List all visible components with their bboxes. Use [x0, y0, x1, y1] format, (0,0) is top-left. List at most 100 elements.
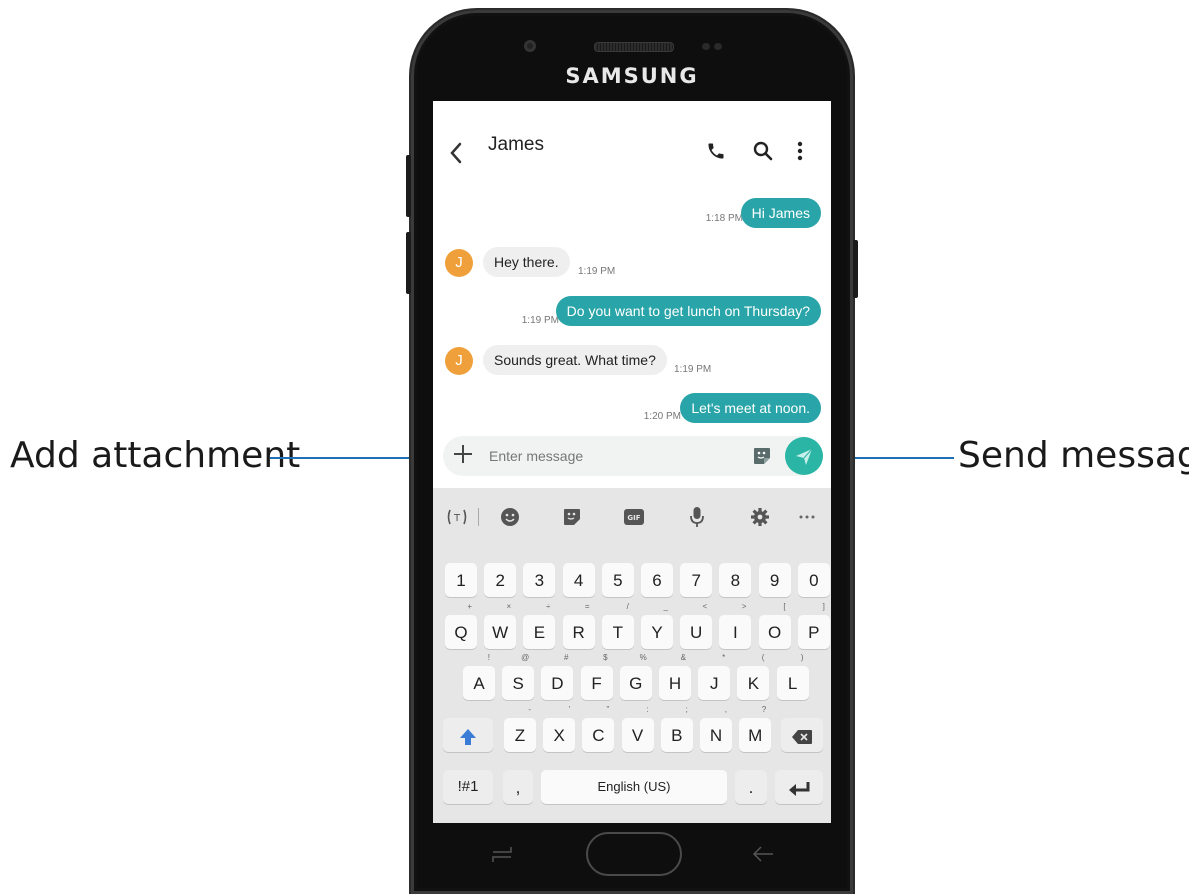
back-nav-icon[interactable] — [751, 844, 775, 869]
key-hint: [ — [783, 602, 786, 611]
home-button[interactable] — [586, 832, 682, 876]
key-v[interactable]: V: — [621, 705, 654, 752]
key-u[interactable]: U < — [680, 602, 713, 649]
settings-icon[interactable] — [749, 506, 771, 528]
key-0[interactable]: 0 — [797, 563, 830, 597]
key-s[interactable]: S @ — [502, 653, 535, 700]
key-o[interactable]: O[ — [758, 602, 791, 649]
key-label: 1 — [456, 571, 466, 590]
navigation-bar — [411, 830, 853, 894]
key-d[interactable]: D # — [541, 653, 574, 700]
message-bubble-outgoing[interactable]: Hi James — [740, 198, 821, 228]
key-hint: * — [722, 653, 726, 662]
key-2[interactable]: 2 — [484, 563, 517, 597]
key-label: M — [748, 726, 763, 745]
key-label: T — [612, 623, 623, 642]
key-hint: ? — [761, 705, 767, 714]
message-time: 1:20 PM — [643, 411, 681, 422]
key-y[interactable]: Y _ — [641, 602, 673, 649]
key-hint: < — [702, 602, 708, 611]
key-j[interactable]: J * — [698, 653, 731, 700]
sticker-icon[interactable] — [752, 446, 772, 471]
key-label: L — [787, 674, 798, 693]
key-1[interactable]: 1 — [445, 563, 477, 597]
key-i[interactable]: I > — [719, 602, 752, 649]
contact-avatar[interactable]: J — [445, 249, 473, 277]
key-label: S — [512, 674, 524, 693]
key-label: 4 — [573, 571, 584, 590]
backspace-key[interactable] — [781, 718, 823, 752]
key-q[interactable]: Q + — [445, 602, 477, 649]
front-camera — [524, 40, 536, 52]
translate-icon[interactable]: T — [445, 506, 469, 528]
callout-send-message: Send message — [958, 435, 1189, 476]
gif-icon[interactable]: GIF — [622, 506, 646, 528]
proximity-sensor — [702, 43, 710, 50]
key-hint: + — [467, 602, 472, 611]
key-b[interactable]: B; — [660, 705, 693, 752]
key-p[interactable]: P] — [797, 602, 830, 649]
mic-icon[interactable] — [688, 506, 706, 528]
plus-icon[interactable] — [453, 442, 473, 468]
key-r[interactable]: R = — [562, 602, 595, 649]
key-t[interactable]: T / — [601, 602, 634, 649]
key-7[interactable]: 7 — [680, 563, 713, 597]
key-label: A — [473, 674, 485, 693]
key-e[interactable]: E ÷ — [523, 602, 556, 649]
enter-key[interactable] — [775, 770, 823, 804]
key-label: 2 — [495, 571, 505, 590]
period-key[interactable]: . — [735, 770, 767, 804]
key-a[interactable]: A! — [463, 653, 495, 700]
key-label: E — [533, 623, 546, 642]
contact-avatar[interactable]: J — [445, 347, 473, 375]
light-sensor — [714, 43, 722, 50]
message-time: 1:19 PM — [578, 266, 616, 277]
key-m[interactable]: M? — [739, 705, 772, 752]
key-3[interactable]: 3 — [523, 563, 556, 597]
key-z[interactable]: Z- — [504, 705, 536, 752]
message-input[interactable] — [489, 446, 729, 466]
space-key[interactable]: English (US) — [541, 770, 727, 804]
send-button[interactable] — [785, 437, 823, 475]
key-label: J — [709, 674, 719, 693]
bixby-button — [406, 232, 411, 294]
search-icon[interactable] — [753, 141, 773, 166]
message-bubble-incoming[interactable]: Hey there. — [483, 247, 570, 277]
sticker-icon[interactable] — [561, 506, 583, 528]
key-9[interactable]: 9 — [758, 563, 791, 597]
key-k[interactable]: K( — [737, 653, 770, 700]
key-w[interactable]: W × — [484, 602, 517, 649]
key-hint: ; — [685, 705, 688, 714]
message-bubble-outgoing[interactable]: Let's meet at noon. — [680, 393, 821, 423]
emoji-icon[interactable] — [499, 506, 521, 528]
key-6[interactable]: 6 — [641, 563, 673, 597]
key-hint: ! — [487, 653, 490, 662]
back-arrow-icon[interactable] — [449, 141, 463, 169]
key-hint: : — [646, 705, 649, 714]
comma-key[interactable]: , — [503, 770, 533, 804]
key-c[interactable]: C " — [582, 705, 615, 752]
key-4[interactable]: 4 — [562, 563, 595, 597]
symbols-key[interactable]: !#1 — [443, 770, 493, 804]
key-x[interactable]: X ' — [543, 705, 576, 752]
key-hint: ' — [568, 705, 571, 714]
power-button — [853, 240, 858, 298]
key-5[interactable]: 5 — [601, 563, 634, 597]
key-label: H — [668, 674, 682, 693]
phone-icon[interactable] — [706, 141, 726, 166]
key-l[interactable]: L) — [776, 653, 809, 700]
message-time: 1:19 PM — [521, 315, 559, 326]
phone-device: SAMSUNG James 1:18 PM Hi James J Hey the… — [406, 10, 858, 894]
keyboard: T GIF 1 2 3 4 5 6 7 8 9 0 Q + W × E ÷ R = T / Y _ U < I > O[P] A! S @… — [433, 488, 831, 823]
more-options-icon[interactable] — [797, 141, 803, 166]
more-icon[interactable] — [797, 506, 817, 528]
message-bubble-incoming[interactable]: Sounds great. What time? — [483, 345, 667, 375]
shift-key[interactable] — [443, 718, 493, 752]
message-bubble-outgoing[interactable]: Do you want to get lunch on Thursday? — [555, 296, 821, 326]
recent-apps-icon[interactable] — [491, 844, 513, 869]
key-n[interactable]: N, — [700, 705, 732, 752]
key-8[interactable]: 8 — [719, 563, 752, 597]
key-h[interactable]: H & — [659, 653, 691, 700]
key-f[interactable]: F $ — [580, 653, 613, 700]
key-g[interactable]: G% — [619, 653, 652, 700]
